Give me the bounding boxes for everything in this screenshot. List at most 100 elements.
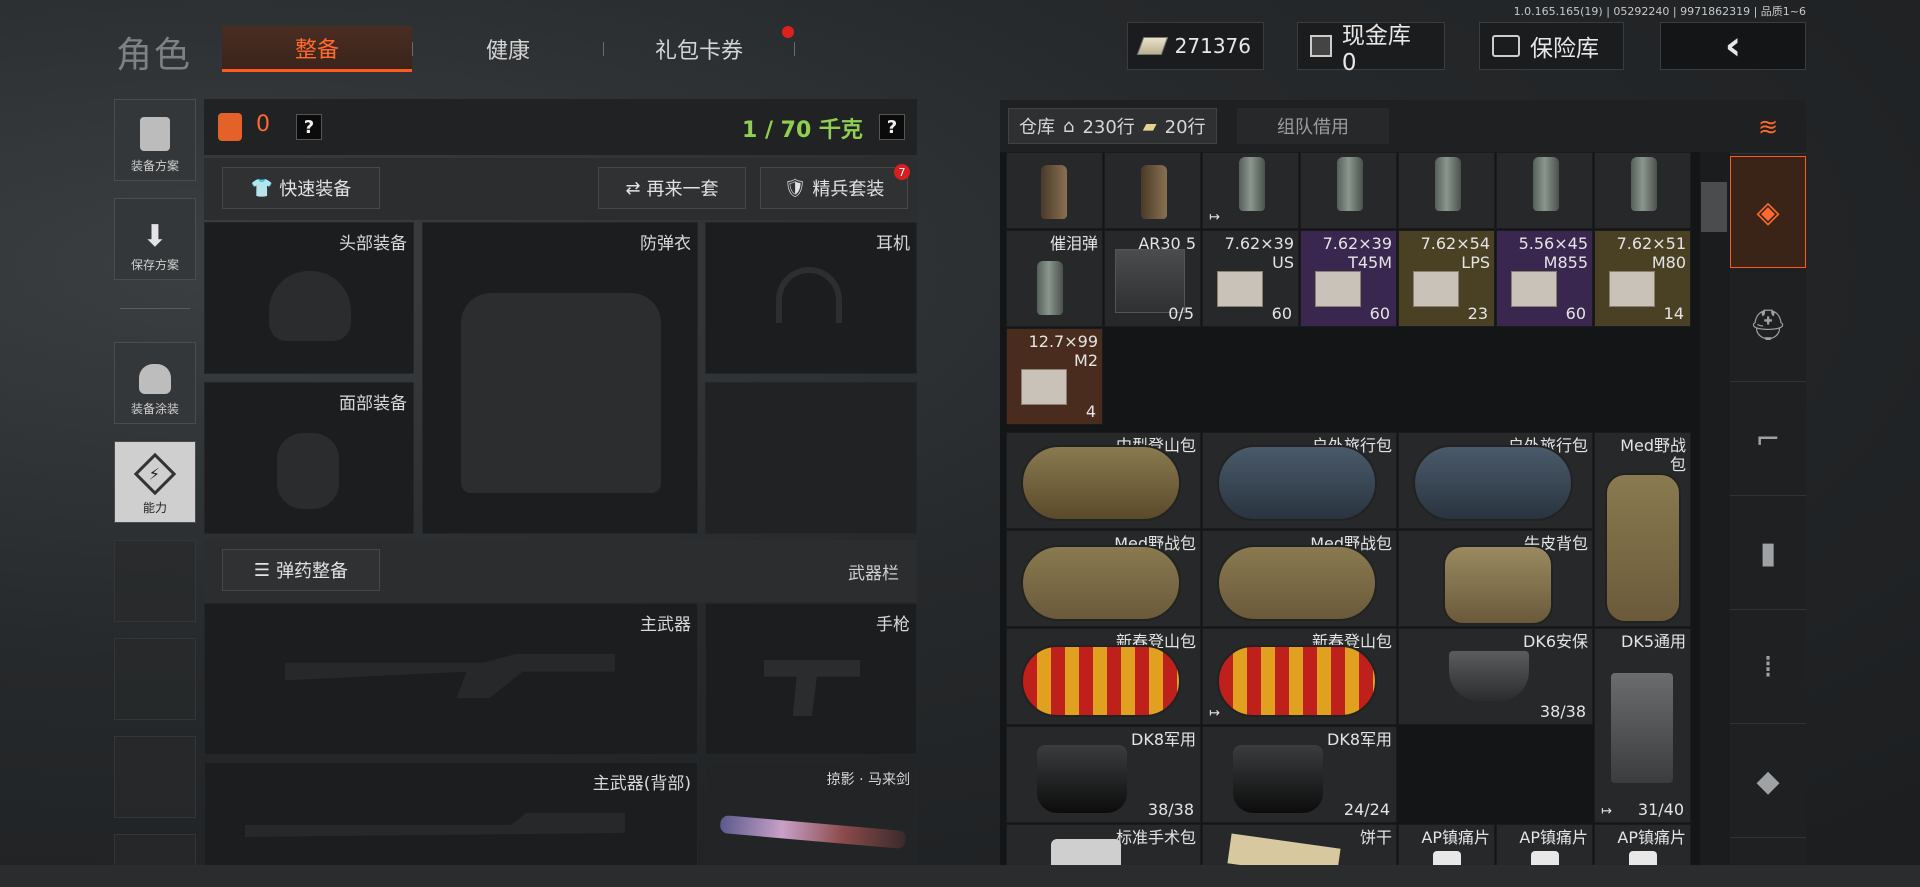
tab-health[interactable]: 健康 [413,26,603,72]
item-ammo[interactable]: 7.62×39 T45M 60 [1300,230,1397,327]
item-ammo[interactable]: 12.7×99 M2 4 [1006,328,1103,425]
item-tear-gas[interactable]: 催泪弹 [1006,230,1103,327]
armor-plate-icon [1449,651,1529,701]
item-armor[interactable]: DK8军用 38/38 [1006,726,1201,823]
pistol-slot[interactable]: 手枪 [705,603,917,755]
item-medkit[interactable]: 标准手术包 [1006,824,1201,865]
item-backpack[interactable]: Med野战包 [1594,432,1691,627]
category-scope-icon[interactable]: ◆ [1730,726,1806,838]
item-ammo[interactable]: 7.62×39 US 60 [1202,230,1299,327]
item-backpack[interactable]: 新春登山包 ↦ [1202,628,1397,725]
weapon-bar-header: ☰ 弹药整备 武器栏 [204,540,917,602]
face-slot-label: 面部装备 [339,394,407,414]
item-backpack[interactable]: Med野战包 [1202,530,1397,627]
tab-prepare[interactable]: 整备 [222,26,412,72]
backpack-icon [1021,645,1181,717]
item-backpack[interactable]: 牛皮背包 [1398,530,1593,627]
inventory-cell[interactable] [1496,152,1593,229]
item-armor[interactable]: DK8军用 24/24 [1202,726,1397,823]
save-plan-button[interactable]: ⬇ 保存方案 [114,198,196,280]
item-painkiller[interactable]: AP镇痛片 [1594,824,1691,865]
elite-badge: 7 [894,164,910,180]
category-helmet-icon[interactable]: ⛑ [1730,270,1806,382]
quick-action-bar: 👕 快速装备 ⇄ 再来一套 🛡 精兵套装 7 [204,158,917,220]
biscuit-icon [1227,833,1341,865]
scrollbar-track[interactable] [1700,152,1730,865]
armor-slot[interactable]: 防弹衣 [422,222,698,534]
backpack-icon [1021,545,1181,621]
visor-icon [1233,745,1323,813]
ticket-icon: ▰ [1142,115,1157,137]
refresh-icon: ⇄ [625,177,641,199]
help-icon[interactable]: ? [879,114,905,140]
item-painkiller[interactable]: AP镇痛片 [1496,824,1593,865]
weight-display: 1 / 70 千克 [742,118,863,143]
ammo-icon: ☰ [253,559,271,581]
head-slot[interactable]: 头部装备 [204,222,414,374]
face-slot[interactable]: 面部装备 [204,382,414,534]
safe-icon [1492,35,1520,57]
inventory-cell[interactable]: ↦ [1202,152,1299,229]
inventory-cell[interactable] [1104,152,1201,229]
headset-slot[interactable]: 耳机 [705,222,917,374]
item-backpack[interactable]: 中型登山包 [1006,432,1201,529]
safe-box-button[interactable]: 保险库 [1479,22,1624,70]
item-backpack[interactable]: Med野战包 [1006,530,1201,627]
elite-set-button[interactable]: 🛡 精兵套装 [760,167,908,209]
storage-tab[interactable]: 仓库 ⌂ 230行 ▰ 20行 [1008,108,1217,144]
melee-weapon-label: 掠影 · 马来剑 [826,772,910,788]
category-rifle-icon[interactable]: ⌐ [1730,384,1806,496]
sort-icon[interactable]: ≋ [1730,100,1806,154]
item-name: AP镇痛片 [1519,828,1588,847]
inventory-cell[interactable] [1594,152,1691,229]
item-count: 60 [1369,304,1390,323]
item-ar30-mag[interactable]: AR30 5 0/5 [1104,230,1201,327]
quick-equip-button[interactable]: 👕 快速装备 [222,167,380,209]
primary-weapon-slot[interactable]: 主武器 [204,603,698,755]
gear-skin-button[interactable]: 装备涂装 [114,342,196,424]
item-name: 5.56×45 M855 [1518,234,1588,272]
item-backpack[interactable]: 户外旅行包 [1202,432,1397,529]
item-count: 60 [1271,304,1292,323]
category-all-icon[interactable]: ◈ [1730,156,1806,268]
team-borrow-tab[interactable]: 组队借用 [1237,108,1389,144]
item-painkiller[interactable]: AP镇痛片 [1398,824,1495,865]
loadout-plan-button[interactable]: 装备方案 [114,99,196,181]
ammo-prepare-button[interactable]: ☰ 弹药整备 [222,549,380,591]
item-backpack[interactable]: 户外旅行包 [1398,432,1593,529]
item-ammo[interactable]: 5.56×45 M855 60 [1496,230,1593,327]
ability-button[interactable]: ⚡ 能力 [114,441,196,523]
save-plan-label: 保存方案 [130,258,179,272]
version-info: 1.0.165.165(19) | 05292240 | 9971862319 … [1513,5,1806,18]
tab-gift-card[interactable]: 礼包卡券 [604,26,794,72]
head-slot-label: 头部装备 [339,234,407,254]
vest-icon [140,117,170,151]
tab-divider [794,42,795,56]
empty-menu-slot [114,638,196,720]
loadout-plan-label: 装备方案 [130,159,179,173]
item-armor[interactable]: DK5通用 ↦ 31/40 [1594,628,1691,823]
ammo-box-icon [1021,369,1067,405]
item-ammo[interactable]: 7.62×54 LPS 23 [1398,230,1495,327]
back-button[interactable]: ‹ [1660,22,1806,70]
scrollbar-thumb[interactable] [1701,182,1727,232]
inventory-grid[interactable]: ↦ 催泪弹 AR30 5 0/5 7.62×39 US 60 7.62×39 T… [1000,152,1700,865]
item-name: 催泪弹 [1049,234,1098,253]
armor-icon [218,113,242,141]
item-ammo[interactable]: 7.62×51 M80 14 [1594,230,1691,327]
inventory-cell[interactable] [1300,152,1397,229]
inventory-cell[interactable] [1398,152,1495,229]
home-icon: ⌂ [1063,115,1075,137]
item-name: 标准手术包 [1115,828,1196,847]
category-ammo-icon[interactable]: ⁞ [1730,612,1806,724]
category-magazine-icon[interactable]: ▮ [1730,498,1806,610]
item-name: 12.7×99 M2 [1028,332,1098,370]
inventory-cell[interactable] [1006,152,1103,229]
cash-vault-button[interactable]: 现金库 0 [1297,22,1445,76]
item-armor[interactable]: DK6安保 38/38 [1398,628,1593,725]
item-food[interactable]: 饼干 [1202,824,1397,865]
item-backpack[interactable]: 新春登山包 [1006,628,1201,725]
empty-menu-slot [114,736,196,818]
help-icon[interactable]: ? [296,114,322,140]
again-set-button[interactable]: ⇄ 再来一套 [598,167,746,209]
